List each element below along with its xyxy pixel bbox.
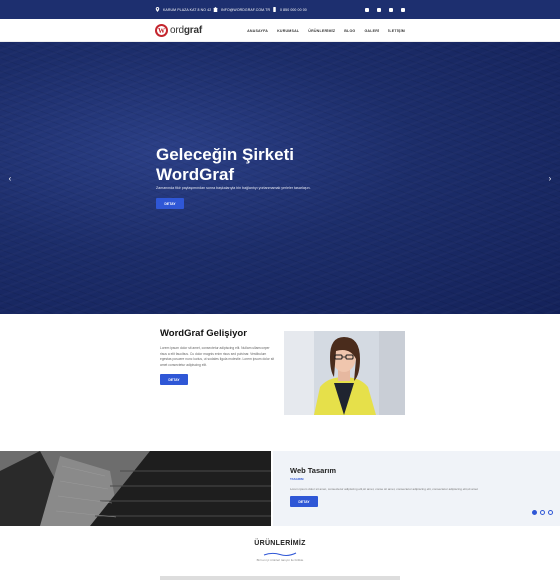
service-detail-button[interactable]: DETAY xyxy=(290,496,318,507)
address-info: KARUM PLAZA KAT 8 NO 42 xyxy=(155,0,211,19)
slider-dot-3[interactable] xyxy=(548,510,553,515)
buildings-image xyxy=(0,451,271,526)
nav-item-blog[interactable]: BLOG xyxy=(344,29,355,33)
site-logo[interactable]: W ordgraf xyxy=(155,23,202,38)
phone-info[interactable]: 0 850 000 00 00 xyxy=(272,0,307,19)
facebook-icon[interactable] xyxy=(365,7,369,12)
logo-text-bold: graf xyxy=(183,25,202,36)
logo-text-light: ord xyxy=(170,25,184,36)
slider-next-icon[interactable]: › xyxy=(546,173,554,183)
nav-item-contact[interactable]: İLETİŞİM xyxy=(388,29,405,33)
main-nav: ANASAYFA KURUMSAL ÜRÜNLERİMİZ BLOG GALER… xyxy=(247,19,405,42)
products-preview-strip xyxy=(160,576,400,580)
instagram-icon[interactable] xyxy=(377,7,381,12)
about-text: Lorem ipsum dolor sit amet, consectetur … xyxy=(160,346,274,367)
phone-icon xyxy=(273,7,276,12)
slider-dot-1[interactable] xyxy=(532,510,537,515)
email-text[interactable]: INFO@WORDGRAF.COM.TR xyxy=(221,8,270,12)
nav-item-home[interactable]: ANASAYFA xyxy=(247,29,268,33)
hero-title: Geleceğin Şirketi WordGraf xyxy=(156,145,396,185)
nav-item-gallery[interactable]: GALERİ xyxy=(364,29,379,33)
hero-title-line1: Geleceğin Şirketi xyxy=(156,145,294,164)
about-photo xyxy=(284,331,405,415)
social-links xyxy=(365,0,405,19)
service-slider-dots xyxy=(532,510,553,515)
products-title: ÜRÜNLERİMİZ xyxy=(254,540,306,547)
about-detail-button[interactable]: DETAY xyxy=(160,374,188,385)
service-image xyxy=(0,451,271,526)
site-header: W ordgraf ANASAYFA KURUMSAL ÜRÜNLERİMİZ … xyxy=(0,19,560,42)
address-text: KARUM PLAZA KAT 8 NO 42 xyxy=(163,7,212,12)
youtube-icon[interactable] xyxy=(401,7,405,12)
service-text: Lorem ipsum dolor sit amet, consectetur … xyxy=(290,487,478,491)
phone-text[interactable]: 0 850 000 00 00 xyxy=(280,8,307,12)
home-icon xyxy=(213,7,218,12)
slider-dot-2[interactable] xyxy=(540,510,545,515)
about-title: WordGraf Gelişiyor xyxy=(160,328,247,339)
hero-slider: Geleceğin Şirketi WordGraf Zamanında fik… xyxy=(0,42,560,314)
top-info-bar: KARUM PLAZA KAT 8 NO 42 INFO@WORDGRAF.CO… xyxy=(0,0,560,19)
woman-portrait-image xyxy=(284,331,405,415)
service-title: Web Tasarım xyxy=(290,466,336,475)
hero-title-line2: WordGraf xyxy=(156,165,235,184)
logo-mark: W xyxy=(155,24,168,37)
nav-item-corporate[interactable]: KURUMSAL xyxy=(277,29,299,33)
location-icon xyxy=(155,7,160,12)
service-category: TASARIM xyxy=(290,477,304,481)
twitter-icon[interactable] xyxy=(389,7,393,12)
hero-subtitle: Zamanında fikir paylaşımından sonra başk… xyxy=(156,186,311,190)
nav-item-products[interactable]: ÜRÜNLERİMİZ xyxy=(308,29,335,33)
logo-text: ordgraf xyxy=(170,25,202,36)
products-underline-decoration xyxy=(263,552,297,556)
hero-detail-button[interactable]: DETAY xyxy=(156,198,184,209)
products-subtitle: Bizi en iyi ürünleri tanıyın ile birlikt… xyxy=(256,558,304,562)
email-info[interactable]: INFO@WORDGRAF.COM.TR xyxy=(213,0,270,19)
slider-prev-icon[interactable]: ‹ xyxy=(6,173,14,183)
